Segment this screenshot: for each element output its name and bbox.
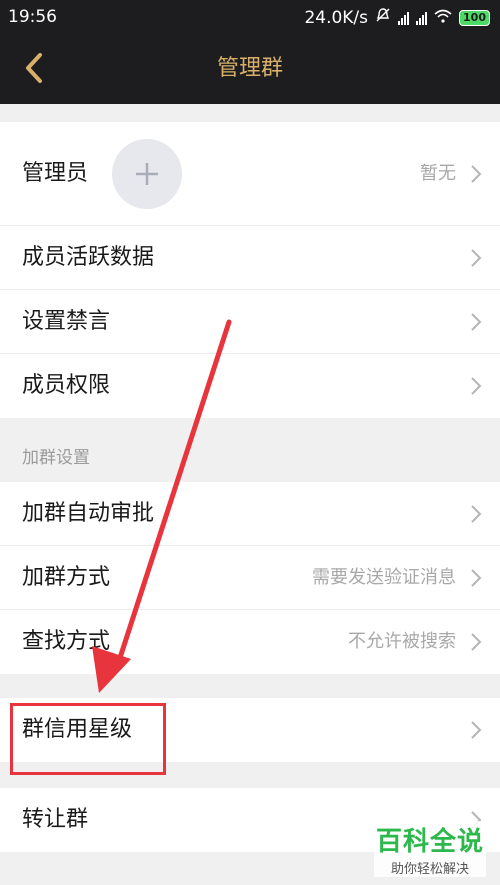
admin-row[interactable]: 管理员 暂无 <box>0 122 500 226</box>
section-spacer <box>0 104 500 122</box>
wifi-icon <box>434 8 452 28</box>
status-time: 19:56 <box>8 7 57 27</box>
watermark-main: 百科全说 <box>375 827 484 857</box>
join-method-value: 需要发送验证消息 <box>312 567 456 588</box>
search-method-value: 不允许被搜索 <box>348 631 456 652</box>
member-activity-row[interactable]: 成员活跃数据 <box>0 226 500 290</box>
highlight-box <box>10 703 166 775</box>
chevron-right-icon <box>471 721 482 739</box>
nav-bar: 管理群 <box>0 34 500 104</box>
admin-value: 暂无 <box>420 163 456 184</box>
chevron-right-icon <box>471 313 482 331</box>
transfer-group-label: 转让群 <box>22 807 89 832</box>
status-bar: 19:56 24.0K/s 100 <box>0 0 500 34</box>
member-permissions-row[interactable]: 成员权限 <box>0 354 500 418</box>
status-indicators: 24.0K/s 100 <box>304 7 490 28</box>
mute-settings-row[interactable]: 设置禁言 <box>0 290 500 354</box>
mute-settings-label: 设置禁言 <box>22 309 111 334</box>
chevron-right-icon <box>471 377 482 395</box>
chevron-right-icon <box>471 569 482 587</box>
battery-icon: 100 <box>459 9 490 26</box>
section-spacer <box>0 674 500 698</box>
management-group: 管理员 暂无 成员活跃数据 设置禁言 成员权限 <box>0 122 500 418</box>
join-method-label: 加群方式 <box>22 565 111 590</box>
watermark-logo: 百科全说 助你轻松解决 <box>374 821 486 877</box>
search-method-label: 查找方式 <box>22 629 111 654</box>
network-speed: 24.0K/s <box>304 7 369 28</box>
plus-icon <box>136 163 158 185</box>
search-method-row[interactable]: 查找方式 不允许被搜索 <box>0 610 500 674</box>
watermark-sub: 助你轻松解决 <box>390 862 469 877</box>
admin-label: 管理员 <box>22 161 89 186</box>
join-settings-group: 加群自动审批 加群方式 需要发送验证消息 查找方式 不允许被搜索 <box>0 482 500 674</box>
chevron-right-icon <box>471 165 482 183</box>
signal-icon-2 <box>416 11 428 25</box>
join-method-row[interactable]: 加群方式 需要发送验证消息 <box>0 546 500 610</box>
signal-icon <box>398 11 410 25</box>
chevron-right-icon <box>471 249 482 267</box>
member-activity-label: 成员活跃数据 <box>22 245 155 270</box>
member-permissions-label: 成员权限 <box>22 373 111 398</box>
page-title: 管理群 <box>216 56 283 81</box>
join-settings-header: 加群设置 <box>0 418 500 482</box>
add-admin-button[interactable] <box>112 139 182 209</box>
section-title: 加群设置 <box>22 448 90 468</box>
auto-approve-label: 加群自动审批 <box>22 501 155 526</box>
chevron-right-icon <box>471 505 482 523</box>
mute-bell-icon <box>375 7 391 28</box>
auto-approve-row[interactable]: 加群自动审批 <box>0 482 500 546</box>
screen: 19:56 24.0K/s 100 管理群 管理员 暂无 成员活跃数据 设置禁言… <box>0 0 500 885</box>
chevron-right-icon <box>471 633 482 651</box>
